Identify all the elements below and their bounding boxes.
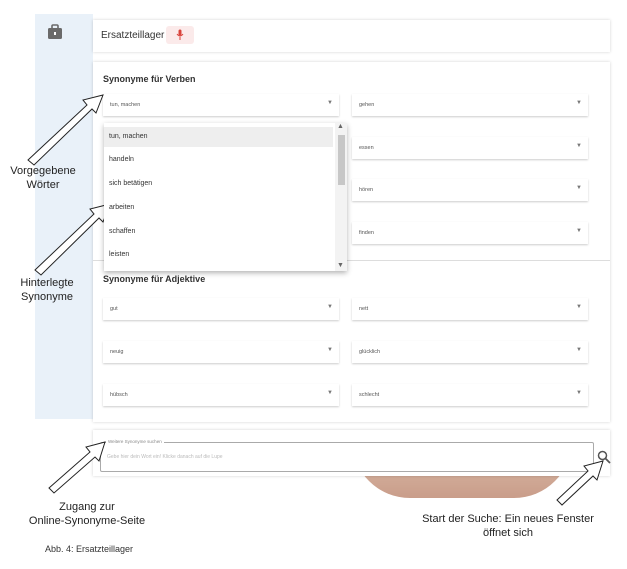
scrollbar-thumb[interactable] xyxy=(338,135,345,185)
dropdown-option[interactable]: schaffen xyxy=(109,228,135,235)
annotation-zugang: Zugang zur Online-Synonyme-Seite xyxy=(28,501,146,527)
scroll-down-icon[interactable]: ▼ xyxy=(337,262,344,269)
figure-caption: Abb. 4: Ersatzteillager xyxy=(45,544,134,554)
annotation-vorgegebene: Vorgegebene Wörter xyxy=(10,165,76,191)
dropdown-option[interactable]: tun, machen xyxy=(104,127,333,147)
dropdown-option[interactable]: sich betätigen xyxy=(109,180,152,187)
annotation-start: Start der Suche: Ein neues Fenster öffne… xyxy=(422,513,594,539)
dropdown-option[interactable]: leisten xyxy=(109,251,129,258)
annotation-arrows xyxy=(27,94,604,506)
annotation-hinterlegte: Hinterlegte Synonyme xyxy=(20,277,74,303)
dropdown-option[interactable]: arbeiten xyxy=(109,204,134,211)
scroll-up-icon[interactable]: ▲ xyxy=(337,123,344,130)
dropdown-scrollbar[interactable]: ▲ ▼ xyxy=(335,123,347,271)
dropdown-option[interactable]: handeln xyxy=(109,156,134,163)
synonym-dropdown: tun, machen handeln sich betätigen arbei… xyxy=(104,123,347,271)
